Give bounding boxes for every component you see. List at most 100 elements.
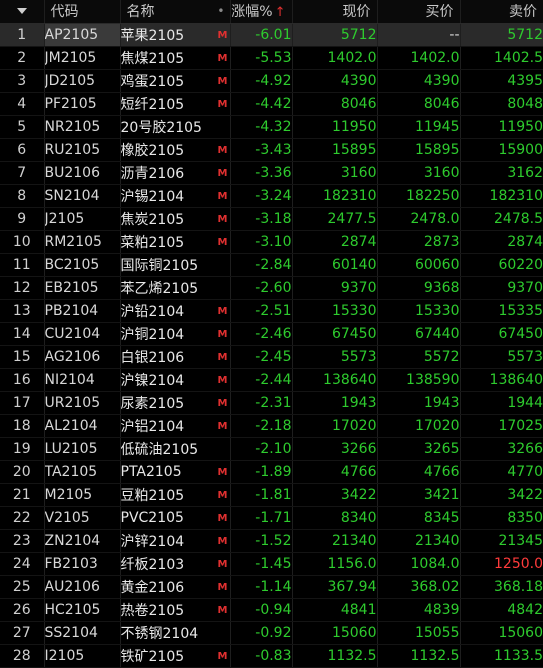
row-number: 4: [0, 92, 45, 116]
last-price: 15330: [292, 299, 378, 323]
change-percent: -4.92: [230, 69, 293, 93]
contract-name: 国际铜2105: [120, 257, 199, 274]
table-row[interactable]: 15 AG2106 白银2106 M -2.45 5573 5572 5573: [0, 345, 543, 369]
table-row[interactable]: 20 TA2105 PTA2105 M -1.89 4766 4766 4770: [0, 460, 543, 484]
column-header-ask[interactable]: 卖价: [460, 0, 543, 24]
row-number: 16: [0, 368, 45, 392]
ask-price: 5712: [460, 23, 543, 47]
contract-name-cell: 白银2106 M: [120, 345, 231, 369]
table-row[interactable]: 24 FB2103 纤板2103 M -1.45 1156.0 1084.0 1250.0: [0, 552, 543, 576]
contract-code: V2105: [44, 506, 121, 530]
row-number: 12: [0, 276, 45, 300]
row-number: 21: [0, 483, 45, 507]
table-row[interactable]: 19 LU2105 低硫油2105 -2.10 3266 3265 3266: [0, 437, 543, 461]
change-percent: -1.45: [230, 552, 293, 576]
contract-code: TA2105: [44, 460, 121, 484]
table-row[interactable]: 17 UR2105 尿素2105 M -2.31 1943 1943 1944: [0, 391, 543, 415]
row-number: 28: [0, 644, 45, 668]
change-percent: -2.60: [230, 276, 293, 300]
last-price: 17020: [292, 414, 378, 438]
table-row[interactable]: 3 JD2105 鸡蛋2105 M -4.92 4390 4390 4395: [0, 69, 543, 93]
last-price: 60140: [292, 253, 378, 277]
main-contract-marker: M: [217, 190, 228, 202]
column-header-price[interactable]: 现价: [292, 0, 378, 24]
bid-price: 8046: [377, 92, 461, 116]
table-row[interactable]: 4 PF2105 短纤2105 M -4.42 8046 8046 8048: [0, 92, 543, 116]
table-row[interactable]: 23 ZN2104 沪锌2104 M -1.52 21340 21340 21345: [0, 529, 543, 553]
column-header-change[interactable]: 涨幅% ↑: [230, 0, 293, 24]
ask-price: 368.18: [460, 575, 543, 599]
column-header-name[interactable]: 名称 •: [120, 0, 231, 24]
table-row[interactable]: 1 AP2105 苹果2105 M -6.01 5712 -- 5712: [0, 23, 543, 47]
contract-code: RU2105: [44, 138, 121, 162]
table-row[interactable]: 25 AU2106 黄金2106 M -1.14 367.94 368.02 368.18: [0, 575, 543, 599]
table-row[interactable]: 28 I2105 铁矿2105 M -0.83 1132.5 1132.5 1133.5: [0, 644, 543, 668]
table-row[interactable]: 10 RM2105 菜粕2105 M -3.10 2874 2873 2874: [0, 230, 543, 254]
contract-name: 不锈钢2104: [120, 625, 199, 642]
ask-price: 182310: [460, 184, 543, 208]
contract-name-cell: 沪铝2104 M: [120, 414, 231, 438]
column-menu-button[interactable]: [0, 0, 45, 24]
main-contract-marker: M: [217, 213, 228, 225]
contract-name-cell: 豆粕2105 M: [120, 483, 231, 507]
last-price: 367.94: [292, 575, 378, 599]
table-row[interactable]: 7 BU2106 沥青2106 M -3.36 3160 3160 3162: [0, 161, 543, 185]
change-percent: -0.92: [230, 621, 293, 645]
ask-price: 5573: [460, 345, 543, 369]
contract-name: 菜粕2105: [120, 234, 185, 251]
contract-code: SS2104: [44, 621, 121, 645]
contract-name-cell: 20号胶2105: [120, 115, 231, 139]
main-contract-marker: M: [217, 144, 228, 156]
contract-code: ZN2104: [44, 529, 121, 553]
table-row[interactable]: 14 CU2104 沪铜2104 M -2.46 67450 67440 67450: [0, 322, 543, 346]
contract-name-cell: 铁矿2105 M: [120, 644, 231, 668]
last-price: 8046: [292, 92, 378, 116]
last-price: 1402.0: [292, 46, 378, 70]
row-number: 10: [0, 230, 45, 254]
last-price: 9370: [292, 276, 378, 300]
table-row[interactable]: 9 J2105 焦炭2105 M -3.18 2477.5 2478.0 2478.5: [0, 207, 543, 231]
main-contract-marker: M: [217, 650, 228, 662]
table-row[interactable]: 8 SN2104 沪锡2104 M -3.24 182310 182250 182310: [0, 184, 543, 208]
table-row[interactable]: 11 BC2105 国际铜2105 -2.84 60140 60060 60220: [0, 253, 543, 277]
main-contract-marker: M: [217, 305, 228, 317]
contract-name: 焦炭2105: [120, 211, 185, 228]
change-percent: -2.45: [230, 345, 293, 369]
change-percent: -1.71: [230, 506, 293, 530]
main-contract-marker: M: [217, 397, 228, 409]
table-row[interactable]: 22 V2105 PVC2105 M -1.71 8340 8345 8350: [0, 506, 543, 530]
table-row[interactable]: 18 AL2104 沪铝2104 M -2.18 17020 17020 17025: [0, 414, 543, 438]
table-row[interactable]: 6 RU2105 橡胶2105 M -3.43 15895 15895 15900: [0, 138, 543, 162]
table-row[interactable]: 26 HC2105 热卷2105 M -0.94 4841 4839 4842: [0, 598, 543, 622]
table-row[interactable]: 16 NI2104 沪镍2104 M -2.44 138640 138590 138640: [0, 368, 543, 392]
table-row[interactable]: 5 NR2105 20号胶2105 -4.32 11950 11945 11950: [0, 115, 543, 139]
change-percent: -4.32: [230, 115, 293, 139]
main-contract-marker: M: [217, 98, 228, 110]
contract-name: 尿素2105: [120, 395, 185, 412]
table-row[interactable]: 27 SS2104 不锈钢2104 -0.92 15060 15055 15060: [0, 621, 543, 645]
contract-code: UR2105: [44, 391, 121, 415]
row-number: 13: [0, 299, 45, 323]
row-number: 24: [0, 552, 45, 576]
table-row[interactable]: 2 JM2105 焦煤2105 M -5.53 1402.0 1402.0 1402.5: [0, 46, 543, 70]
contract-name-cell: 黄金2106 M: [120, 575, 231, 599]
contract-code: AP2105: [44, 23, 121, 47]
ask-price: 4770: [460, 460, 543, 484]
bid-price: 17020: [377, 414, 461, 438]
column-header-bid[interactable]: 买价: [377, 0, 461, 24]
main-contract-marker: M: [217, 535, 228, 547]
last-price: 1132.5: [292, 644, 378, 668]
table-row[interactable]: 13 PB2104 沪铅2104 M -2.51 15330 15330 15335: [0, 299, 543, 323]
contract-code: HC2105: [44, 598, 121, 622]
column-header-code[interactable]: 代码: [44, 0, 121, 24]
contract-code: BU2106: [44, 161, 121, 185]
main-contract-marker: M: [217, 604, 228, 616]
ask-price: 3266: [460, 437, 543, 461]
last-price: 5712: [292, 23, 378, 47]
contract-name-cell: 尿素2105 M: [120, 391, 231, 415]
contract-code: NR2105: [44, 115, 121, 139]
table-row[interactable]: 21 M2105 豆粕2105 M -1.81 3422 3421 3422: [0, 483, 543, 507]
last-price: 3422: [292, 483, 378, 507]
row-number: 26: [0, 598, 45, 622]
table-row[interactable]: 12 EB2105 苯乙烯2105 -2.60 9370 9368 9370: [0, 276, 543, 300]
